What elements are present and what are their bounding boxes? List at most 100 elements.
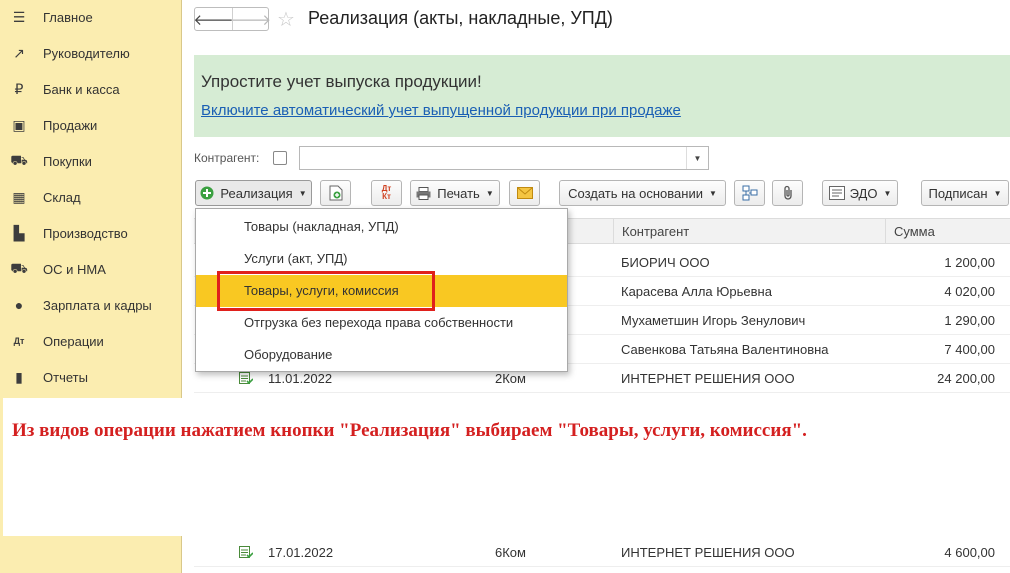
cell-counterparty: БИОРИЧ ООО (621, 255, 710, 270)
factory-icon: ▙ (13, 224, 25, 241)
sidebar-item-salary[interactable]: ● Зарплата и кадры (0, 287, 182, 323)
menu-item-equipment[interactable]: Оборудование (196, 339, 567, 371)
banner-title: Упростите учет выпуска продукции! (201, 72, 482, 91)
sidebar-item-reports[interactable]: ▮ Отчеты (0, 359, 182, 395)
edo-exchange-icon (828, 186, 845, 200)
cell-sum: 7 400,00 (944, 342, 995, 357)
attachment-button[interactable] (772, 180, 803, 206)
dt-kt-button[interactable]: Дт Кт (371, 180, 402, 206)
structure-button[interactable] (734, 180, 765, 206)
caret-down-icon: ▼ (708, 188, 717, 198)
counterparty-filter-input[interactable]: ▼ (299, 146, 709, 170)
sidebar-item-main[interactable]: ☰ Главное (0, 0, 182, 35)
back-button[interactable]: 🡐 (193, 8, 234, 30)
promo-banner: Упростите учет выпуска продукции! Включи… (194, 55, 1010, 137)
arrow-left-icon: 🡐 (193, 11, 234, 29)
forward-button[interactable]: 🡒 (230, 8, 272, 30)
cell-counterparty: ИНТЕРНЕТ РЕШЕНИЯ ООО (621, 371, 795, 386)
cell-sum: 1 200,00 (944, 255, 995, 270)
sidebar-item-label: Покупки (43, 153, 92, 169)
sidebar-item-bank[interactable]: ₽ Банк и касса (0, 71, 182, 107)
menu-item-goods[interactable]: Товары (накладная, УПД) (196, 211, 567, 243)
caret-down-icon: ▼ (298, 188, 307, 198)
sidebar-item-operations[interactable]: Дт Операции (0, 323, 182, 359)
counterparty-filter-label: Контрагент: (194, 151, 260, 165)
cell-sum: 24 200,00 (937, 371, 995, 386)
sidebar-item-label: Главное (43, 9, 93, 25)
cell-counterparty: ИНТЕРНЕТ РЕШЕНИЯ ООО (621, 545, 795, 560)
add-document-icon (329, 185, 342, 201)
cell-sum: 4 600,00 (944, 545, 995, 560)
column-header-sum[interactable]: Сумма (885, 219, 1002, 243)
signed-filter-label: Подписан (928, 185, 988, 201)
edo-button[interactable]: ЭДО ▼ (822, 180, 898, 206)
arrow-right-icon: 🡒 (230, 11, 272, 29)
caret-down-icon: ▼ (485, 188, 494, 198)
instruction-text: Из видов операции нажатием кнопки "Реали… (12, 420, 807, 441)
posted-document-icon (239, 546, 253, 559)
trend-icon: ↗ (13, 44, 25, 61)
ruble-icon: ₽ (14, 80, 24, 97)
menu-item-shipment-without-ownership[interactable]: Отгрузка без перехода права собственност… (196, 307, 567, 339)
sidebar-item-label: Отчеты (43, 369, 88, 385)
instruction-note: Из видов операции нажатием кнопки "Реали… (3, 398, 1010, 536)
menu-icon: ☰ (12, 8, 26, 25)
caret-down-icon: ▼ (993, 188, 1002, 198)
cell-date: 17.01.2022 (268, 545, 334, 560)
cart-icon: ⛟ (10, 151, 28, 168)
bar-chart-icon: ▮ (15, 368, 23, 385)
sidebar-item-fixed-assets[interactable]: ⛟ ОС и НМА (0, 251, 182, 287)
document-structure-icon (742, 185, 757, 201)
email-button[interactable] (509, 180, 540, 206)
print-button[interactable]: Печать ▼ (410, 180, 500, 206)
sidebar-item-label: Продажи (43, 117, 98, 133)
sidebar-item-label: ОС и НМА (43, 261, 106, 277)
dt-kt-icon: Дт Кт (381, 184, 392, 201)
sidebar-item-label: Зарплата и кадры (43, 297, 152, 313)
sidebar-item-warehouse[interactable]: ▦ Склад (0, 179, 182, 215)
sidebar-item-label: Банк и касса (43, 81, 120, 97)
counterparty-filter-checkbox[interactable] (273, 151, 287, 165)
dt-kt-icon: Дт (13, 336, 25, 346)
cell-number: 6Ком (495, 545, 526, 560)
highlight-frame (217, 271, 435, 311)
sidebar-item-label: Склад (43, 189, 81, 205)
paperclip-icon (783, 185, 792, 200)
sidebar-item-purchases[interactable]: ⛟ Покупки (0, 143, 182, 179)
posted-document-icon (239, 372, 253, 385)
cell-sum: 1 290,00 (944, 313, 995, 328)
envelope-icon (516, 187, 533, 199)
page-title: Реализация (акты, накладные, УПД) (308, 8, 613, 28)
bag-icon: ▣ (12, 116, 26, 133)
nav-buttons: 🡐 🡒 (193, 7, 272, 31)
sidebar-item-label: Операции (43, 333, 104, 349)
column-header-counterparty[interactable]: Контрагент (613, 219, 885, 243)
warehouse-icon: ▦ (12, 188, 26, 205)
signed-filter-button[interactable]: Подписан ▼ (921, 180, 1009, 206)
copy-button[interactable] (320, 180, 351, 206)
star-icon[interactable]: ☆ (277, 7, 295, 32)
chevron-down-icon[interactable]: ▼ (686, 147, 708, 169)
sidebar-item-label: Руководителю (43, 45, 130, 61)
person-icon: ● (14, 297, 24, 313)
edo-button-label: ЭДО (849, 185, 878, 201)
cell-counterparty: Карасева Алла Юрьевна (621, 284, 772, 299)
cell-sum: 4 020,00 (944, 284, 995, 299)
plus-circle-icon (200, 186, 214, 200)
caret-down-icon: ▼ (883, 188, 892, 198)
table-row[interactable]: 17.01.2022 6Ком ИНТЕРНЕТ РЕШЕНИЯ ООО 4 6… (194, 538, 1010, 567)
cell-counterparty: Савенкова Татьяна Валентиновна (621, 342, 829, 357)
print-button-label: Печать (437, 185, 480, 201)
sidebar-item-label: Производство (43, 225, 128, 241)
banner-link[interactable]: Включите автоматический учет выпущенной … (201, 102, 681, 119)
truck-icon: ⛟ (10, 259, 28, 276)
printer-icon (416, 186, 431, 200)
realization-button-label: Реализация (220, 185, 293, 201)
sidebar-item-sales[interactable]: ▣ Продажи (0, 107, 182, 143)
realization-button[interactable]: Реализация ▼ (195, 180, 312, 206)
cell-counterparty: Мухаметшин Игорь Зенулович (621, 313, 806, 328)
create-based-on-button[interactable]: Создать на основании ▼ (559, 180, 726, 206)
sidebar-item-production[interactable]: ▙ Производство (0, 215, 182, 251)
create-based-on-label: Создать на основании (568, 185, 703, 201)
sidebar-item-manager[interactable]: ↗ Руководителю (0, 35, 182, 71)
